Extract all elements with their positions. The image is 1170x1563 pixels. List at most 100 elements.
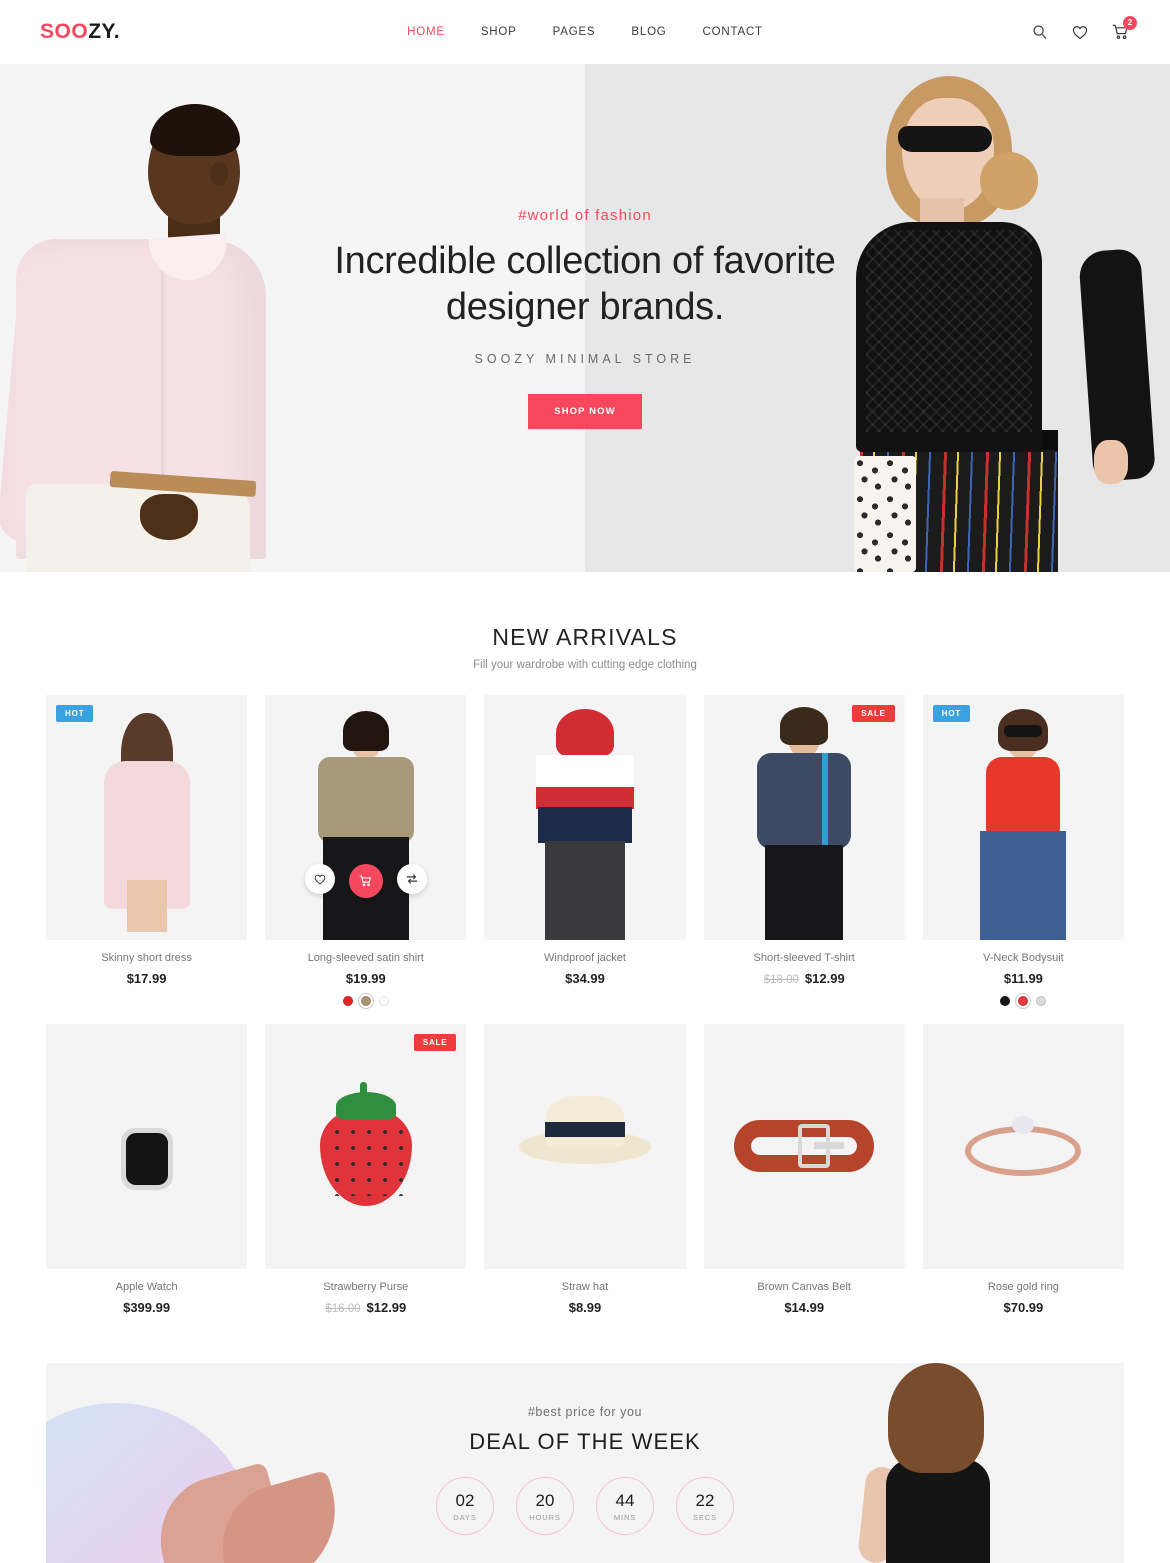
product-current-price: $399.99 bbox=[123, 1300, 171, 1315]
product-media[interactable]: HOT bbox=[922, 695, 1124, 940]
product-media[interactable] bbox=[46, 1024, 248, 1269]
product-image bbox=[265, 695, 466, 940]
product-media[interactable]: HOT bbox=[46, 695, 248, 940]
product-media[interactable] bbox=[484, 695, 686, 940]
logo-rest-text: ZY. bbox=[88, 20, 121, 43]
shop-now-button[interactable]: SHOP NOW bbox=[528, 394, 642, 430]
hero-kicker: #world of fashion bbox=[518, 206, 652, 224]
countdown-label: SECS bbox=[692, 1512, 718, 1522]
product-current-price: $12.99 bbox=[804, 971, 845, 986]
compare-icon[interactable] bbox=[396, 864, 427, 894]
countdown-unit-hours: 20 HOURS bbox=[516, 1477, 574, 1535]
product-media[interactable] bbox=[922, 1024, 1124, 1269]
product-card[interactable]: Long-sleeved satin shirt $19.99 bbox=[265, 695, 467, 1006]
deal-of-the-week-section: #best price for you DEAL OF THE WEEK 02 D… bbox=[46, 1363, 1124, 1563]
product-card[interactable]: Apple Watch $399.99 bbox=[46, 1024, 248, 1315]
product-info: Short-sleeved T-shirt $18.00 $12.99 bbox=[704, 940, 905, 986]
product-hover-actions bbox=[265, 864, 466, 898]
product-current-price: $70.99 bbox=[1003, 1300, 1044, 1315]
product-media[interactable]: SALE bbox=[265, 1024, 467, 1269]
countdown-label: HOURS bbox=[529, 1512, 561, 1522]
site-logo[interactable]: SOOZY. bbox=[40, 20, 120, 44]
countdown-timer: 02 DAYS 20 HOURS 44 MINS 22 SECS bbox=[46, 1477, 1124, 1535]
countdown-value: 02 bbox=[455, 1490, 475, 1510]
wishlist-heart-icon[interactable] bbox=[304, 864, 335, 894]
product-current-price: $8.99 bbox=[568, 1300, 602, 1315]
product-info: Skinny short dress $17.99 bbox=[46, 940, 247, 986]
product-current-price: $19.99 bbox=[345, 971, 386, 986]
product-current-price: $12.99 bbox=[366, 1300, 407, 1315]
site-header: SOOZY. HOME SHOP PAGES BLOG CONTACT 2 bbox=[0, 0, 1170, 64]
hero-subtitle: SOOZY MINIMAL STORE bbox=[474, 352, 696, 367]
product-image bbox=[46, 695, 247, 940]
product-old-price: $16.00 bbox=[325, 1303, 361, 1315]
countdown-label: DAYS bbox=[453, 1512, 477, 1522]
color-swatch[interactable] bbox=[1000, 996, 1011, 1006]
cart-icon[interactable]: 2 bbox=[1110, 16, 1137, 42]
hero-female-model-image bbox=[834, 64, 1156, 572]
product-info: Straw hat $8.99 bbox=[484, 1269, 685, 1315]
product-card[interactable]: HOT Skinny short dress $17.99 bbox=[46, 695, 248, 1006]
product-price: $11.99 bbox=[927, 971, 1120, 986]
hero-male-model-image bbox=[0, 64, 320, 572]
product-name[interactable]: Skinny short dress bbox=[50, 952, 243, 964]
product-name[interactable]: V-Neck Bodysuit bbox=[927, 952, 1120, 964]
product-card[interactable]: Straw hat $8.99 bbox=[484, 1024, 686, 1315]
deal-kicker: #best price for you bbox=[527, 1405, 643, 1419]
nav-item-contact[interactable]: CONTACT bbox=[703, 26, 763, 38]
color-swatch[interactable] bbox=[378, 996, 389, 1006]
product-current-price: $14.99 bbox=[784, 1300, 825, 1315]
product-image bbox=[46, 1024, 247, 1269]
product-current-price: $34.99 bbox=[565, 971, 605, 986]
product-price: $19.99 bbox=[269, 971, 462, 986]
product-card[interactable]: Windproof jacket $34.99 bbox=[484, 695, 686, 1006]
header-icon-group: 2 bbox=[1030, 16, 1137, 42]
color-swatch[interactable] bbox=[1018, 996, 1029, 1006]
product-card[interactable]: SALE Short-sleeved T-shirt $18.00 $12.99 bbox=[703, 695, 905, 1006]
product-name[interactable]: Brown Canvas Belt bbox=[708, 1281, 901, 1293]
product-info: V-Neck Bodysuit $11.99 bbox=[923, 940, 1124, 1006]
status-badge: HOT bbox=[932, 705, 971, 722]
hero-title: Incredible collection of favorite design… bbox=[334, 239, 836, 328]
product-info: Windproof jacket $34.99 bbox=[484, 940, 685, 986]
countdown-value: 44 bbox=[615, 1490, 635, 1510]
color-swatch[interactable] bbox=[342, 996, 353, 1006]
product-name[interactable]: Windproof jacket bbox=[488, 952, 681, 964]
product-price: $8.99 bbox=[488, 1300, 681, 1315]
product-card[interactable]: HOT V-Neck Bodysuit $11.99 bbox=[922, 695, 1124, 1006]
main-navigation: HOME SHOP PAGES BLOG CONTACT bbox=[407, 26, 763, 38]
product-media[interactable] bbox=[703, 1024, 905, 1269]
product-name[interactable]: Short-sleeved T-shirt bbox=[708, 952, 901, 964]
nav-item-pages[interactable]: PAGES bbox=[553, 26, 596, 38]
color-swatch[interactable] bbox=[1036, 996, 1047, 1006]
product-name[interactable]: Apple Watch bbox=[50, 1281, 243, 1293]
product-name[interactable]: Rose gold ring bbox=[927, 1281, 1120, 1293]
product-media[interactable] bbox=[265, 695, 467, 940]
nav-item-shop[interactable]: SHOP bbox=[481, 26, 517, 38]
product-media[interactable]: SALE bbox=[703, 695, 905, 940]
status-badge: SALE bbox=[413, 1034, 457, 1051]
product-info: Long-sleeved satin shirt $19.99 bbox=[265, 940, 466, 1006]
nav-item-blog[interactable]: BLOG bbox=[631, 26, 666, 38]
hero-banner: #world of fashion Incredible collection … bbox=[0, 64, 1170, 572]
wishlist-heart-icon[interactable] bbox=[1070, 22, 1090, 42]
nav-item-home[interactable]: HOME bbox=[407, 26, 445, 38]
product-info: Rose gold ring $70.99 bbox=[923, 1269, 1124, 1315]
color-swatch[interactable] bbox=[360, 996, 371, 1006]
product-info: Brown Canvas Belt $14.99 bbox=[704, 1269, 905, 1315]
product-card[interactable]: SALE Strawberry Purse $16.00 $12.99 bbox=[265, 1024, 467, 1315]
product-card[interactable]: Rose gold ring $70.99 bbox=[922, 1024, 1124, 1315]
product-name[interactable]: Straw hat bbox=[488, 1281, 681, 1293]
logo-accent-text: SOO bbox=[40, 20, 89, 43]
product-card[interactable]: Brown Canvas Belt $14.99 bbox=[703, 1024, 905, 1315]
countdown-label: MINS bbox=[613, 1512, 637, 1522]
product-name[interactable]: Long-sleeved satin shirt bbox=[269, 952, 462, 964]
product-media[interactable] bbox=[484, 1024, 686, 1269]
countdown-unit-secs: 22 SECS bbox=[676, 1477, 734, 1535]
search-icon[interactable] bbox=[1030, 22, 1050, 42]
add-to-cart-icon[interactable] bbox=[348, 864, 383, 898]
product-image bbox=[265, 1024, 466, 1269]
product-price: $16.00 $12.99 bbox=[269, 1300, 462, 1315]
product-price: $17.99 bbox=[50, 971, 243, 986]
product-name[interactable]: Strawberry Purse bbox=[269, 1281, 462, 1293]
